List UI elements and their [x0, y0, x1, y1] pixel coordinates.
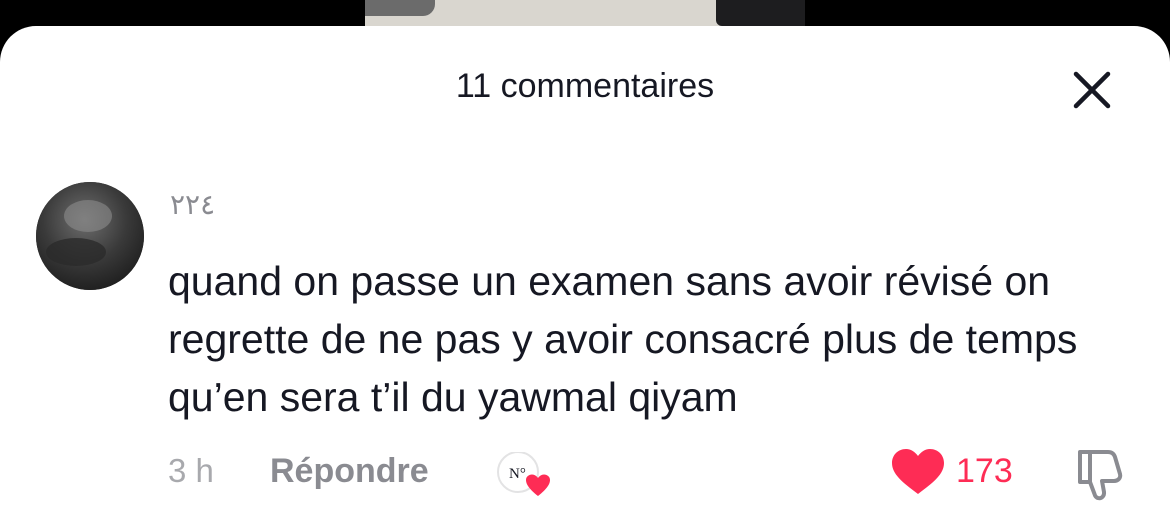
video-thumbnail-shadow	[365, 0, 435, 16]
avatar[interactable]	[36, 182, 144, 290]
creator-liked-icon: N°	[497, 451, 550, 496]
avatar-image	[36, 182, 144, 290]
creator-badge-text: N°	[509, 466, 526, 482]
comment-text: quand on passe un examen sans avoir révi…	[168, 258, 1078, 420]
reply-button[interactable]: Répondre	[270, 451, 429, 491]
like-button[interactable]	[890, 448, 946, 496]
comment-timestamp: 3 h	[168, 452, 214, 489]
creator-liked-badge: N°	[496, 451, 552, 498]
heart-icon	[892, 449, 944, 494]
video-thumbnail-object	[716, 0, 805, 26]
comments-count-title: 11 commentaires	[455, 67, 715, 105]
comments-sheet: 11 commentaires ٢٢٤ quand on passe un ex…	[0, 26, 1170, 528]
comment-username[interactable]: ٢٢٤	[170, 188, 215, 222]
close-button[interactable]	[1068, 66, 1116, 114]
dislike-button[interactable]	[1068, 446, 1128, 502]
close-icon	[1073, 71, 1111, 109]
like-count: 173	[956, 452, 1013, 490]
thumbs-down-icon	[1078, 450, 1123, 501]
